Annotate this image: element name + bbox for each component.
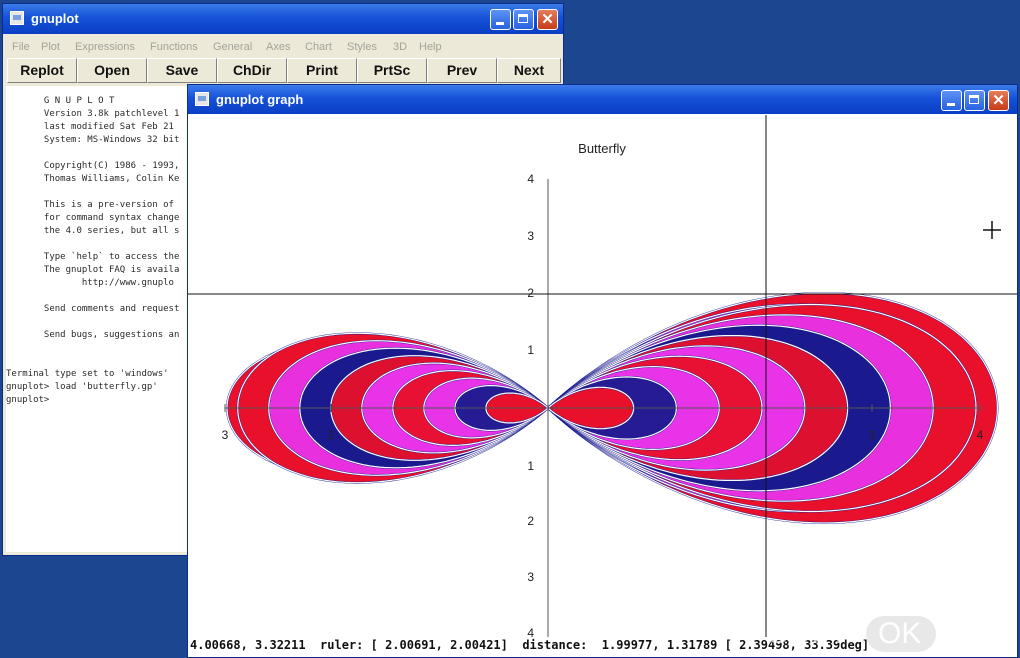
- axes: [225, 179, 981, 637]
- butterfly-plot[interactable]: Butterfly 3 2 3 4 4 3 2 1 1 2 3 4: [188, 115, 1017, 637]
- menu-axes[interactable]: Axes: [266, 41, 290, 53]
- console-line: Version 3.8k patchlevel 1: [6, 109, 180, 119]
- y-tick-label: 2: [527, 514, 534, 528]
- console-line: gnuplot> load 'butterfly.gp': [6, 382, 158, 392]
- graph-titlebar[interactable]: gnuplot graph ✕: [188, 85, 1017, 114]
- site-watermark: SOFT- OK .NET: [768, 614, 1014, 654]
- x-tick-label: 2: [328, 428, 335, 442]
- menu-functions[interactable]: Functions: [150, 41, 198, 53]
- y-tick-label: 1: [527, 459, 534, 473]
- console-titlebar[interactable]: gnuplot ✕: [3, 4, 563, 34]
- watermark-right: .NET: [938, 617, 1007, 650]
- menu-3d[interactable]: 3D: [393, 41, 407, 53]
- console-line: the 4.0 series, but all s: [6, 226, 180, 236]
- menu-bar: File Plot Expressions Functions General …: [3, 36, 563, 58]
- menu-expressions[interactable]: Expressions: [75, 41, 135, 53]
- next-button[interactable]: Next: [497, 58, 561, 83]
- y-tick-label: 3: [527, 229, 534, 243]
- console-line: G N U P L O T: [6, 96, 115, 106]
- console-line: for command syntax change: [6, 213, 180, 223]
- menu-general[interactable]: General: [213, 41, 252, 53]
- x-tick-label: 3: [869, 428, 876, 442]
- console-line: Thomas Williams, Colin Ke: [6, 174, 180, 184]
- minimize-button[interactable]: [490, 9, 511, 30]
- menu-help[interactable]: Help: [419, 41, 442, 53]
- graph-app-icon: [195, 92, 209, 106]
- chdir-button[interactable]: ChDir: [217, 58, 287, 83]
- replot-button[interactable]: Replot: [7, 58, 77, 83]
- graph-title: gnuplot graph: [216, 92, 304, 107]
- x-tick-label: 4: [977, 428, 984, 442]
- y-tick-label: 3: [527, 570, 534, 584]
- watermark-left: SOFT-: [768, 617, 857, 650]
- console-line: The gnuplot FAQ is availa: [6, 265, 180, 275]
- console-output[interactable]: G N U P L O T Version 3.8k patchlevel 1 …: [6, 86, 189, 552]
- save-button[interactable]: Save: [147, 58, 217, 83]
- prtsc-button[interactable]: PrtSc: [357, 58, 427, 83]
- open-button[interactable]: Open: [77, 58, 147, 83]
- console-line: http://www.gnuplo: [6, 278, 174, 288]
- console-line: System: MS-Windows 32 bit: [6, 135, 180, 145]
- y-tick-label: 4: [527, 626, 534, 637]
- watermark-middle: OK: [878, 617, 922, 650]
- menu-styles[interactable]: Styles: [347, 41, 377, 53]
- maximize-button[interactable]: [513, 9, 534, 30]
- graph-minimize-button[interactable]: [941, 90, 962, 111]
- menu-file[interactable]: File: [12, 41, 30, 53]
- console-line: This is a pre-version of: [6, 200, 174, 210]
- x-tick-label: 3: [222, 428, 229, 442]
- console-line: last modified Sat Feb 21: [6, 122, 174, 132]
- close-button[interactable]: ✕: [537, 9, 558, 30]
- console-line: gnuplot>: [6, 395, 50, 405]
- y-tick-label: 4: [527, 172, 534, 186]
- console-line: Send bugs, suggestions an: [6, 330, 180, 340]
- print-button[interactable]: Print: [287, 58, 357, 83]
- graph-close-button[interactable]: ✕: [988, 90, 1009, 111]
- menu-chart[interactable]: Chart: [305, 41, 332, 53]
- prev-button[interactable]: Prev: [427, 58, 497, 83]
- y-tick-label: 2: [527, 286, 534, 300]
- console-line: Copyright(C) 1986 - 1993,: [6, 161, 180, 171]
- console-line: Type `help` to access the: [6, 252, 180, 262]
- graph-window: gnuplot graph ✕ Butterfly 3 2 3 4 4 3 2 1 1 2 3 4 4…: [187, 84, 1018, 658]
- y-tick-label: 1: [527, 343, 534, 357]
- graph-maximize-button[interactable]: [964, 90, 985, 111]
- console-title: gnuplot: [31, 11, 79, 26]
- menu-plot[interactable]: Plot: [41, 41, 60, 53]
- gnuplot-app-icon: [10, 11, 24, 25]
- chart-title: Butterfly: [578, 141, 626, 156]
- console-line: Terminal type set to 'windows': [6, 369, 169, 379]
- console-line: Send comments and request: [6, 304, 180, 314]
- toolbar: Replot Open Save ChDir Print PrtSc Prev …: [7, 58, 561, 84]
